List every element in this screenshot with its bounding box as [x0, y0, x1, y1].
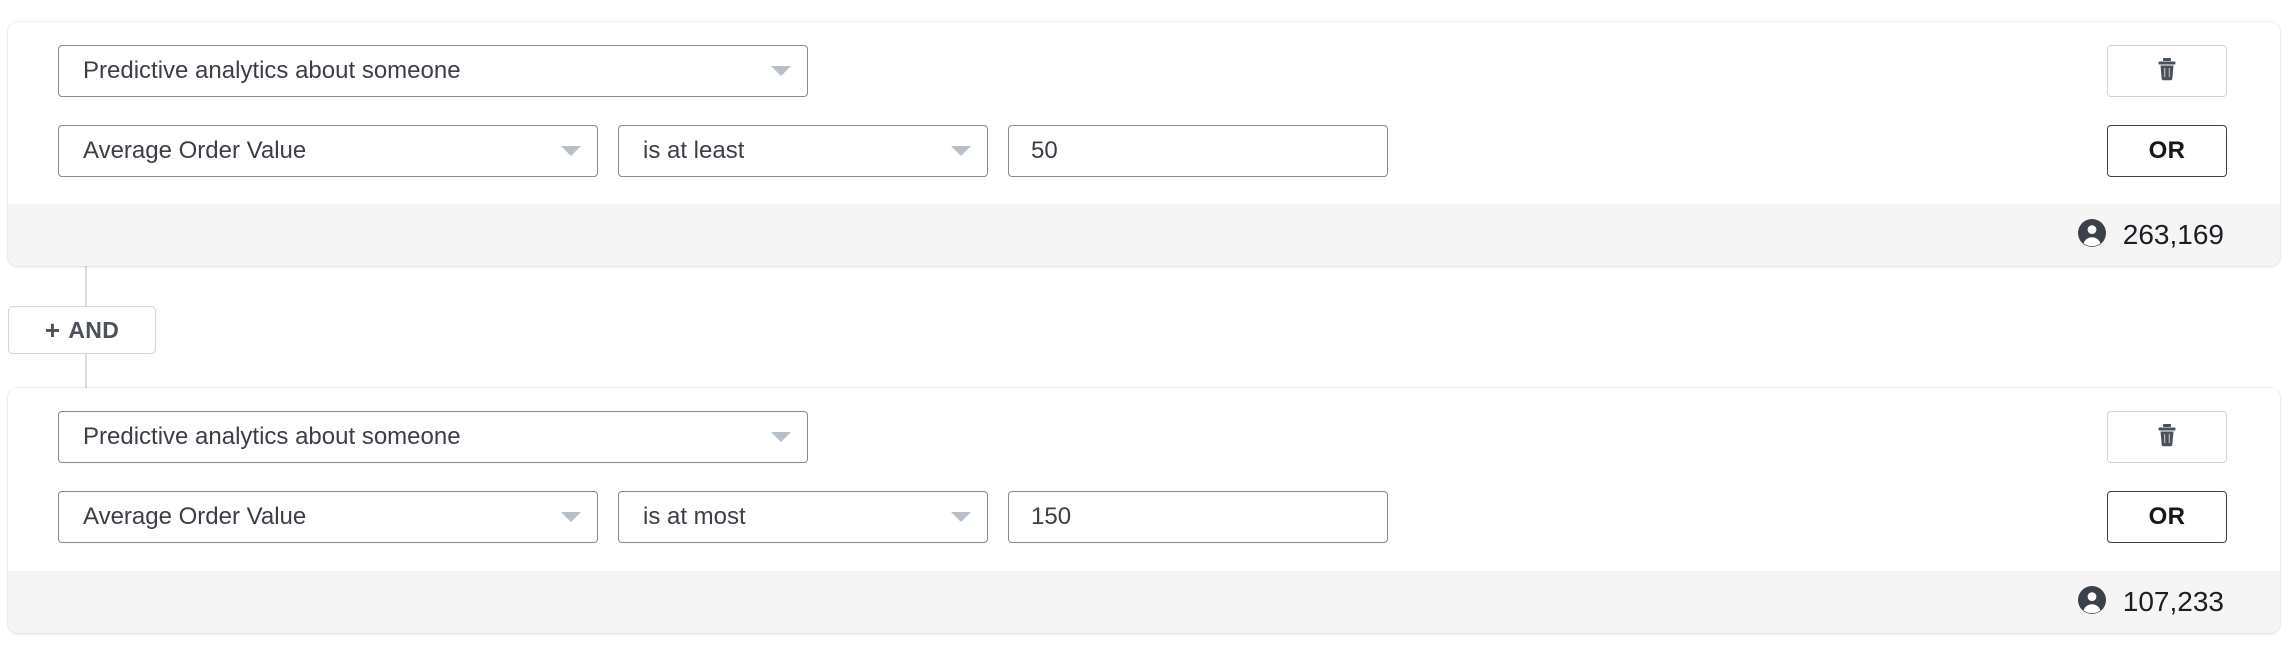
condition-group-1: Predictive analytics about someone Avera… [8, 22, 2280, 266]
chevron-down-icon [951, 146, 971, 156]
condition-group-2: Predictive analytics about someone Avera… [8, 388, 2280, 633]
condition-group-2-body: Predictive analytics about someone Avera… [8, 388, 2280, 570]
subject-select-2[interactable]: Predictive analytics about someone [58, 411, 808, 463]
plus-icon: + [44, 315, 61, 345]
delete-condition-button-2[interactable] [2107, 411, 2227, 463]
chevron-down-icon [951, 512, 971, 522]
value-input-1[interactable]: 50 [1008, 125, 1388, 177]
operator-select-2-label: is at most [643, 503, 746, 530]
operator-select-1-label: is at least [643, 137, 745, 164]
subject-select-2-label: Predictive analytics about someone [83, 423, 461, 450]
or-button-2-label: OR [2148, 503, 2186, 530]
subject-select-1-label: Predictive analytics about someone [83, 57, 461, 84]
person-icon [2077, 218, 2107, 253]
attribute-select-1-label: Average Order Value [83, 137, 307, 164]
operator-select-2[interactable]: is at most [618, 491, 988, 543]
connector-line-bottom [85, 354, 87, 388]
attribute-select-1[interactable]: Average Order Value [58, 125, 598, 177]
audience-count-1-value: 263,169 [2122, 219, 2224, 250]
condition-group-1-footer: 263,169 [8, 204, 2280, 266]
chevron-down-icon [771, 432, 791, 442]
delete-condition-button-1[interactable] [2107, 45, 2227, 97]
or-button-1[interactable]: OR [2107, 125, 2227, 177]
audience-count-2: 107,233 [2077, 585, 2224, 620]
add-and-group-button[interactable]: + AND [8, 306, 156, 354]
audience-count-1: 263,169 [2077, 218, 2224, 253]
attribute-select-2-label: Average Order Value [83, 503, 307, 530]
segment-rule-builder: Predictive analytics about someone Avera… [0, 0, 2294, 650]
person-icon [2077, 585, 2107, 620]
condition-group-2-footer: 107,233 [8, 571, 2280, 633]
trash-icon [2155, 422, 2179, 453]
operator-select-1[interactable]: is at least [618, 125, 988, 177]
connector-line-top [85, 266, 87, 306]
add-and-group-button-label: AND [68, 316, 120, 343]
or-button-1-label: OR [2148, 137, 2186, 164]
value-input-1-text: 50 [1031, 137, 1058, 164]
or-button-2[interactable]: OR [2107, 491, 2227, 543]
condition-group-1-body: Predictive analytics about someone Avera… [8, 22, 2280, 204]
value-input-2-text: 150 [1031, 503, 1072, 530]
trash-icon [2155, 56, 2179, 87]
chevron-down-icon [561, 512, 581, 522]
attribute-select-2[interactable]: Average Order Value [58, 491, 598, 543]
value-input-2[interactable]: 150 [1008, 491, 1388, 543]
audience-count-2-value: 107,233 [2122, 586, 2224, 617]
chevron-down-icon [561, 146, 581, 156]
chevron-down-icon [771, 66, 791, 76]
subject-select-1[interactable]: Predictive analytics about someone [58, 45, 808, 97]
